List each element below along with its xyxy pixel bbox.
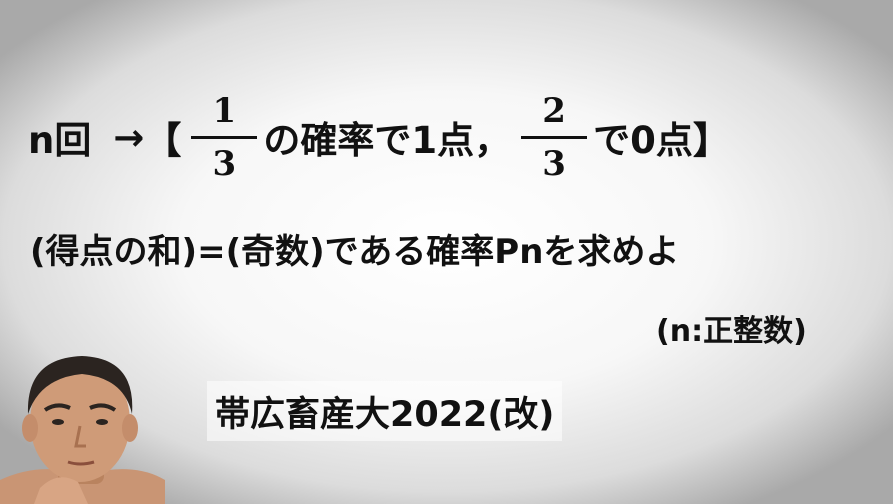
n-times-label: n回 (28, 119, 92, 162)
fraction-denominator: 3 (212, 143, 237, 184)
left-eye (52, 419, 64, 425)
slide: n回 → 【 1 3 の確率で1点 ， 2 3 で0点 】 (得点の和)=(奇数… (0, 0, 893, 504)
fraction-denominator: 3 (542, 143, 566, 184)
condition-text: (n:正整数) (656, 314, 807, 349)
probability-text-2: で0点 (593, 119, 693, 162)
question-text: (得点の和)=(奇数)である確率Pnを求めよ (30, 232, 680, 272)
problem-statement: n回 → 【 1 3 の確率で1点 ， 2 3 で0点 】 (28, 84, 730, 190)
left-ear (22, 414, 38, 442)
bracket-close: 】 (692, 119, 730, 162)
fraction-one-third: 1 3 (191, 90, 258, 184)
right-eye (96, 419, 108, 425)
fraction-numerator: 1 (212, 90, 237, 131)
presenter-avatar (0, 356, 165, 504)
right-ear (122, 414, 138, 442)
fraction-numerator: 2 (542, 90, 566, 131)
comma: ， (474, 119, 512, 162)
bracket-open: 【 (144, 119, 182, 162)
fraction-two-thirds: 2 3 (521, 90, 588, 184)
probability-text-1: の確率で1点 (263, 119, 475, 162)
arrow-symbol: → (113, 115, 145, 159)
source-label: 帯広畜産大2022(改) (207, 381, 563, 441)
